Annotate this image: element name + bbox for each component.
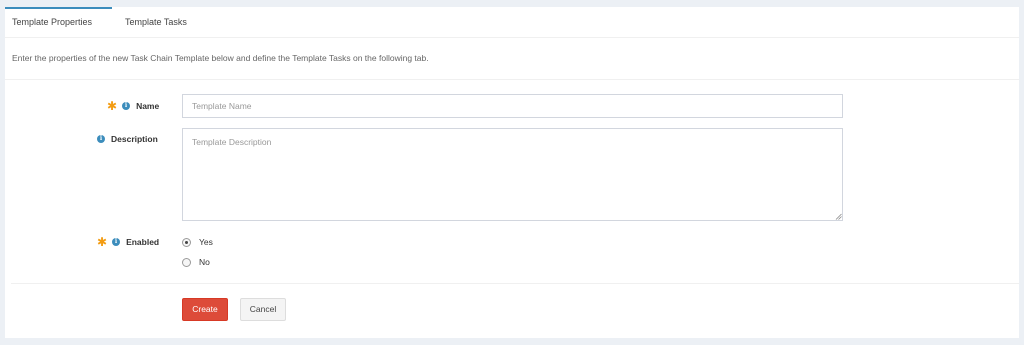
cancel-button[interactable]: Cancel [240,298,286,321]
tab-template-tasks[interactable]: Template Tasks [125,7,187,38]
name-label-text: Name [136,101,160,111]
description-label: i Description [97,134,158,144]
description-label-text: Description [111,134,158,144]
info-icon[interactable]: i [112,238,121,246]
divider [11,283,1019,284]
radio-no-label: No [199,257,210,267]
resize-grip-icon[interactable] [835,213,842,220]
form-panel: Template Properties Template Tasks Enter… [5,7,1019,338]
radio-button-checked[interactable] [182,237,191,247]
info-icon[interactable]: i [122,102,131,110]
description-textarea[interactable] [182,128,843,221]
radio-yes[interactable]: Yes [182,237,213,247]
radio-no[interactable]: No [182,257,210,267]
radio-button[interactable] [182,257,191,267]
tab-bar: Template Properties Template Tasks [5,7,1019,38]
description-field [182,128,843,221]
enabled-label-text: Enabled [126,237,160,247]
asterisk-icon: ✱ [97,235,108,249]
info-icon[interactable]: i [97,135,105,143]
divider [5,79,1019,80]
create-button[interactable]: Create [182,298,228,321]
radio-yes-label: Yes [199,237,213,247]
tab-template-properties[interactable]: Template Properties [5,7,112,38]
name-label: ✱ i Name [107,100,159,112]
intro-text: Enter the properties of the new Task Cha… [12,53,429,63]
name-input[interactable] [182,94,843,118]
enabled-label: ✱ i Enabled [97,236,159,248]
asterisk-icon: ✱ [107,99,118,113]
